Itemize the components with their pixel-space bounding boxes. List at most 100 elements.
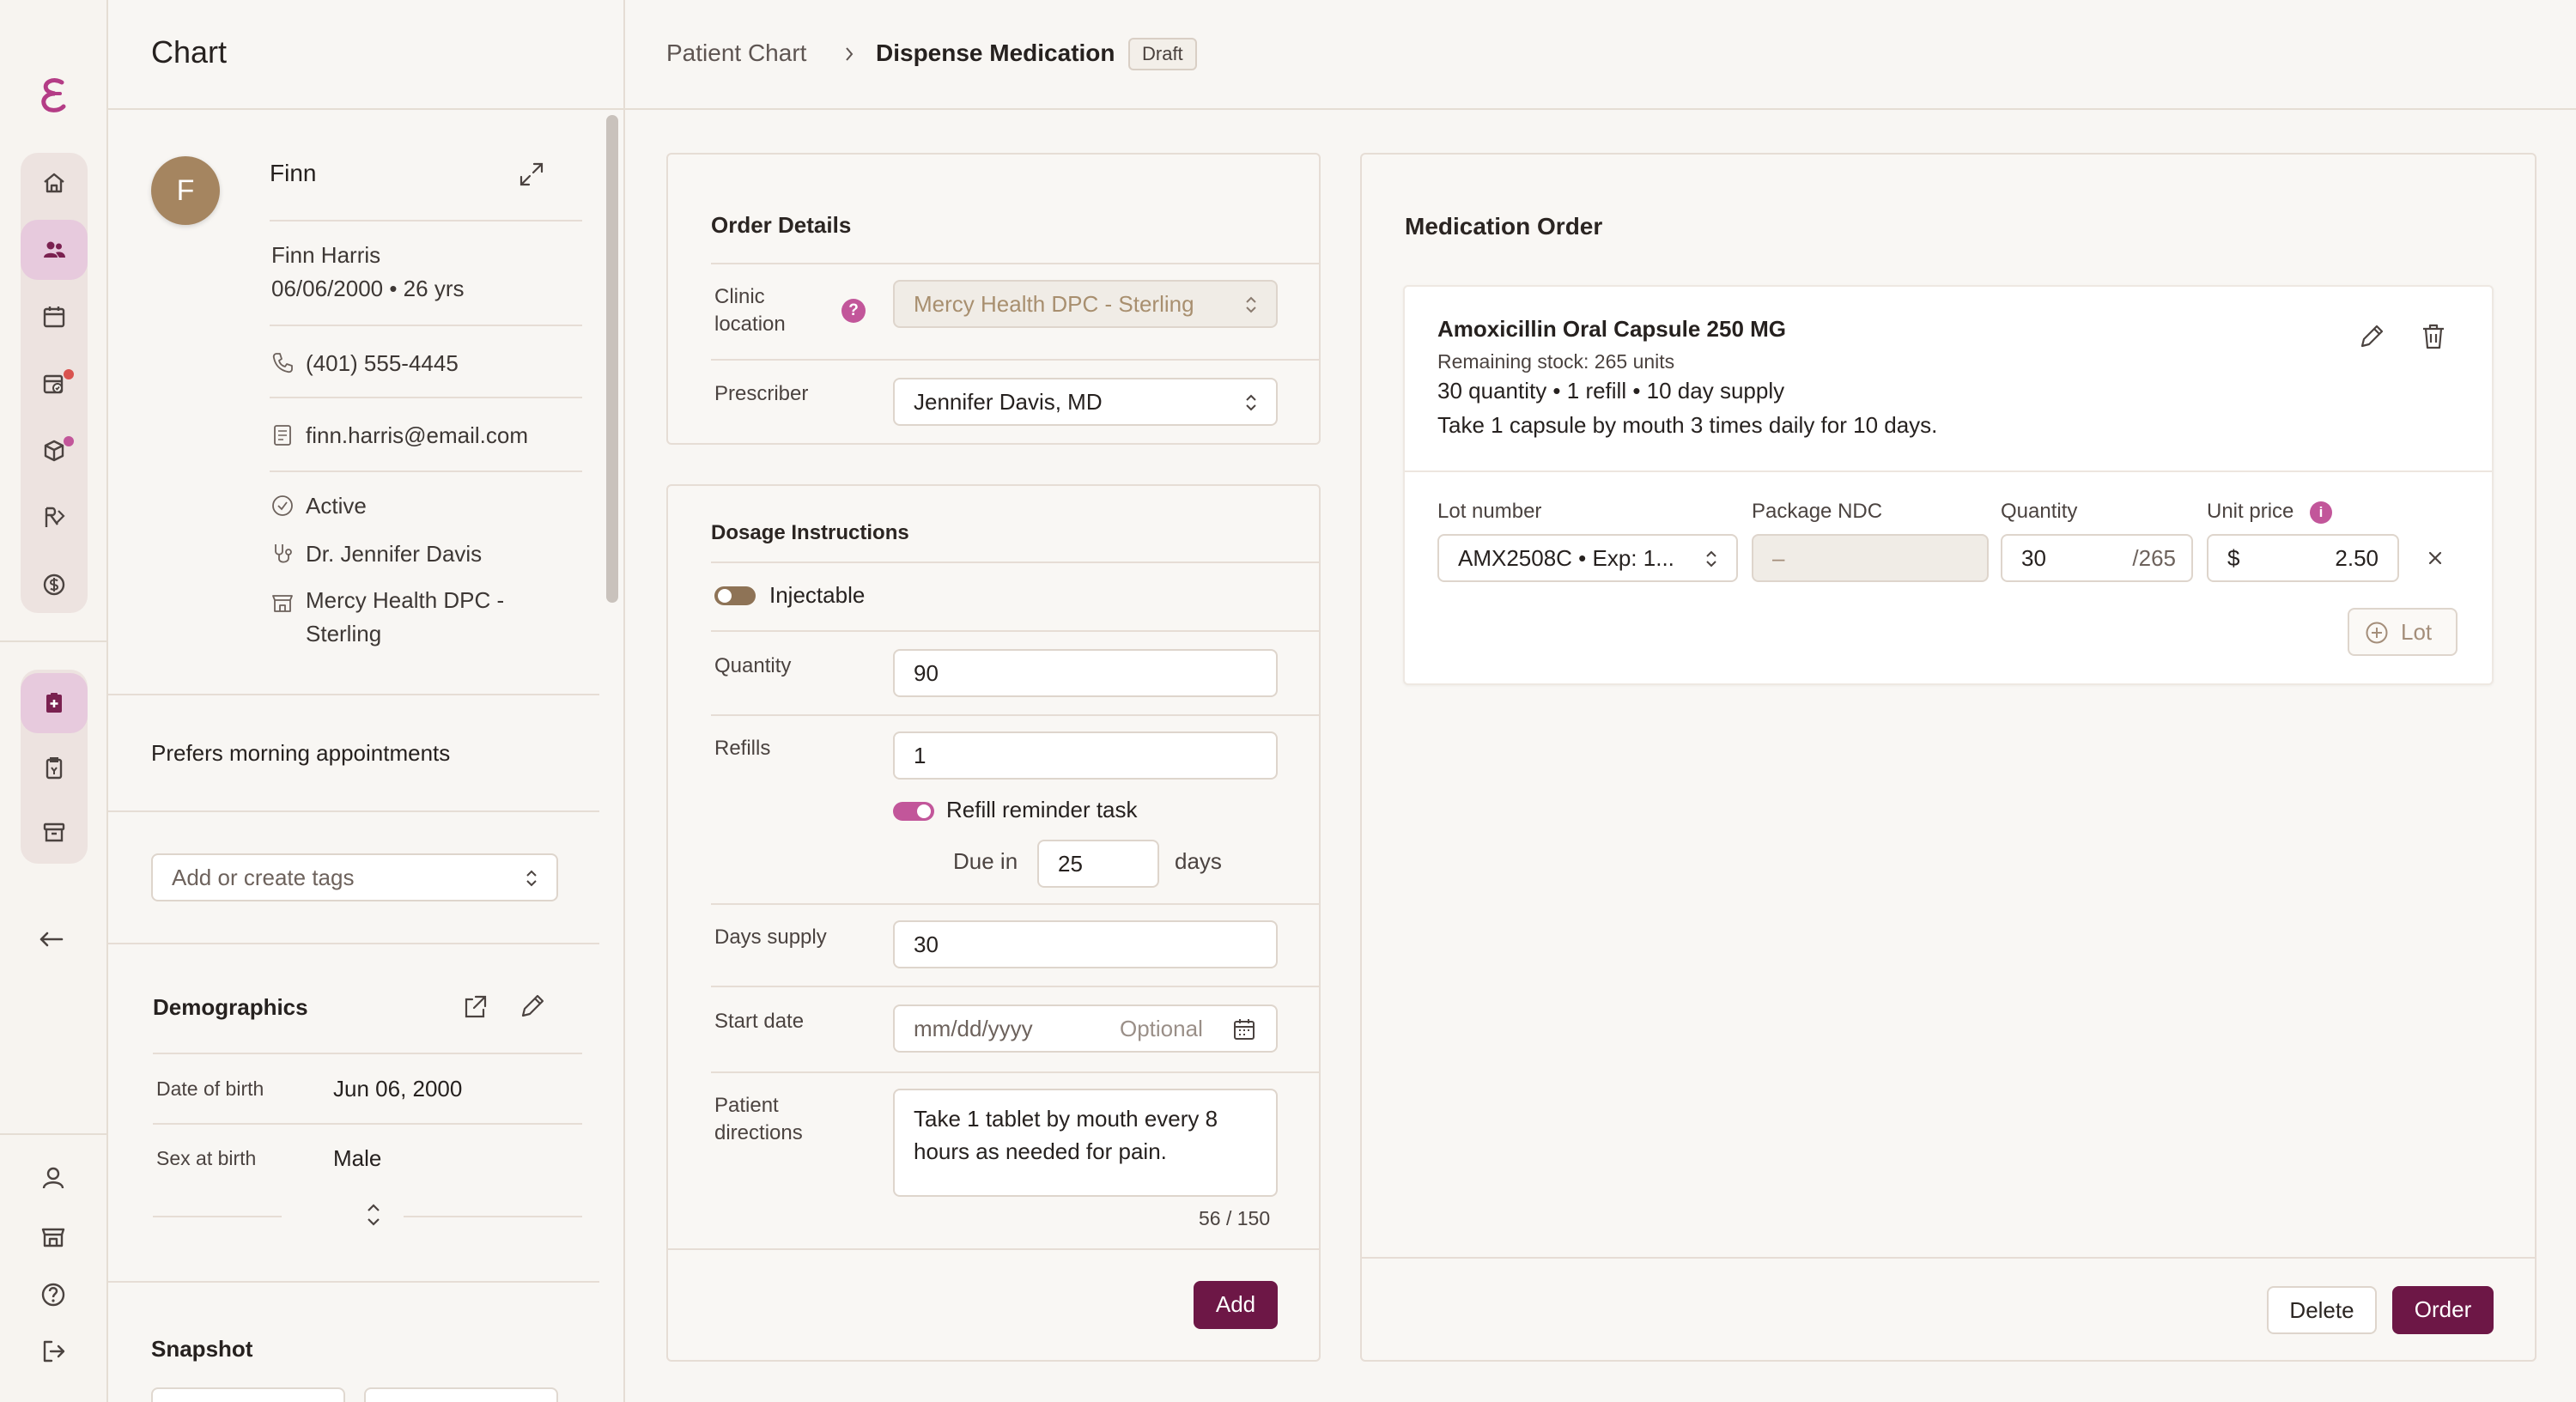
days-supply-label: Days supply: [714, 926, 827, 949]
patient-note: Prefers morning appointments: [151, 740, 451, 766]
snapshot-card[interactable]: [151, 1387, 345, 1402]
clinic-location-label: Clinic location: [714, 285, 786, 336]
refills-input[interactable]: 1: [893, 731, 1278, 780]
due-in-input[interactable]: 25: [1037, 840, 1159, 888]
prescriber-value: Jennifer Davis, MD: [914, 389, 1103, 415]
start-date-label: Start date: [714, 1010, 805, 1033]
nav-store[interactable]: [39, 1223, 67, 1250]
quantity-label: Quantity: [714, 654, 792, 677]
logout-icon: [43, 1340, 65, 1363]
start-date-hint: Optional: [1120, 1016, 1203, 1041]
user-icon: [42, 1167, 64, 1189]
brand-logo[interactable]: [36, 76, 72, 115]
divider: [153, 1123, 582, 1125]
nav-archive[interactable]: [21, 802, 88, 862]
quantity-input[interactable]: 90: [893, 649, 1278, 697]
delete-medication-button[interactable]: [2418, 321, 2449, 352]
remove-lot-button[interactable]: [2423, 546, 2447, 570]
nav-patients[interactable]: [21, 220, 88, 280]
delete-button[interactable]: Delete: [2267, 1286, 2377, 1334]
nav-billing[interactable]: [21, 555, 88, 615]
tasks-alert-dot: [64, 369, 74, 379]
share-demographics-button[interactable]: [460, 992, 489, 1022]
add-lot-button[interactable]: Lot: [2348, 608, 2458, 656]
currency-symbol: $: [2227, 545, 2240, 571]
divider: [711, 359, 1319, 361]
unit-price-label: Unit price: [2207, 500, 2294, 523]
close-icon: [2428, 551, 2442, 565]
divider: [1405, 470, 2492, 472]
nav-help[interactable]: [39, 1281, 67, 1308]
nav-calendar[interactable]: [21, 287, 88, 347]
patient-provider: Dr. Jennifer Davis: [306, 541, 483, 567]
patient-status: Active: [306, 493, 367, 519]
tags-select[interactable]: Add or create tags: [151, 853, 558, 901]
quantity-label: Quantity: [2001, 500, 2078, 523]
order-button[interactable]: Order: [2392, 1286, 2494, 1334]
nav-dispense[interactable]: [21, 673, 88, 733]
collapse-button[interactable]: [36, 926, 65, 953]
package-ndc-field: –: [1752, 534, 1989, 582]
days-supply-input[interactable]: 30: [893, 920, 1278, 968]
breadcrumb-patient-chart[interactable]: Patient Chart: [666, 39, 806, 67]
prescriber-label: Prescriber: [714, 382, 809, 405]
patient-email[interactable]: finn.harris@email.com: [306, 422, 528, 449]
divider: [711, 561, 1319, 563]
order-summary: 30 quantity • 1 refill • 10 day supply: [1437, 378, 1785, 404]
clinic-location-select: Mercy Health DPC - Sterling: [893, 280, 1278, 328]
left-nav-rail: [0, 0, 108, 1402]
divider: [108, 943, 599, 944]
snapshot-card[interactable]: [364, 1387, 558, 1402]
nav-logout[interactable]: [39, 1338, 67, 1365]
chevron-updown-icon: [1706, 550, 1716, 567]
quantity-max: /265: [2132, 545, 2176, 571]
nav-profile[interactable]: [39, 1164, 67, 1192]
divider: [711, 630, 1319, 632]
patient-directions-textarea[interactable]: Take 1 tablet by mouth every 8 hours as …: [893, 1089, 1278, 1197]
chart-scrollbar[interactable]: [606, 115, 618, 603]
refill-reminder-label: Refill reminder task: [946, 797, 1138, 822]
expand-demographics-button[interactable]: [364, 1200, 383, 1229]
calendar-icon[interactable]: [1231, 1017, 1257, 1042]
chart-header: Chart: [108, 0, 623, 110]
start-date-input[interactable]: mm/dd/yyyy Optional: [893, 1004, 1278, 1053]
dosage-instructions-title: Dosage Instructions: [711, 521, 909, 544]
injectable-label: Injectable: [769, 582, 866, 608]
help-icon[interactable]: ?: [841, 299, 866, 323]
contact-card-icon: [274, 425, 291, 446]
nav-home[interactable]: [21, 153, 88, 213]
nav-lab[interactable]: [21, 738, 88, 798]
injectable-toggle[interactable]: [714, 586, 756, 605]
divider: [108, 1281, 599, 1283]
trash-icon: [2423, 324, 2444, 349]
patient-phone[interactable]: (401) 555-4445: [306, 350, 459, 377]
nav-inventory[interactable]: [21, 421, 88, 481]
add-button[interactable]: Add: [1194, 1281, 1278, 1329]
nav-tasks[interactable]: [21, 354, 88, 414]
patient-chart-panel: Chart F Finn Finn Harris 06/06/2000 • 26…: [108, 0, 625, 1402]
nav-prescriptions[interactable]: [21, 488, 88, 548]
unit-price-value: 2.50: [2335, 545, 2379, 571]
expand-button[interactable]: [517, 160, 546, 189]
chevron-updown-icon: [368, 1204, 380, 1226]
divider: [711, 263, 1319, 264]
lot-number-select[interactable]: AMX2508C • Exp: 1...: [1437, 534, 1738, 582]
archive-icon: [43, 822, 65, 842]
refills-label: Refills: [714, 737, 771, 760]
divider: [270, 325, 582, 326]
dispense-quantity-input[interactable]: 30 /265: [2001, 534, 2193, 582]
info-icon[interactable]: i: [2310, 501, 2332, 524]
start-date-placeholder: mm/dd/yyyy: [914, 1016, 1033, 1041]
order-details-title: Order Details: [711, 212, 852, 238]
edit-demographics-button[interactable]: [517, 991, 548, 1022]
edit-medication-button[interactable]: [2356, 321, 2387, 352]
days-label: days: [1175, 848, 1222, 874]
refill-reminder-toggle[interactable]: [893, 802, 934, 821]
lot-number-value: AMX2508C • Exp: 1...: [1458, 545, 1674, 571]
unit-price-input[interactable]: $ 2.50: [2207, 534, 2399, 582]
divider: [711, 1071, 1319, 1073]
directions-line: Take 1 tablet by mouth every 8: [914, 1106, 1218, 1132]
remaining-stock: Remaining stock: 265 units: [1437, 350, 1675, 373]
divider: [108, 810, 599, 812]
prescriber-select[interactable]: Jennifer Davis, MD: [893, 378, 1278, 426]
